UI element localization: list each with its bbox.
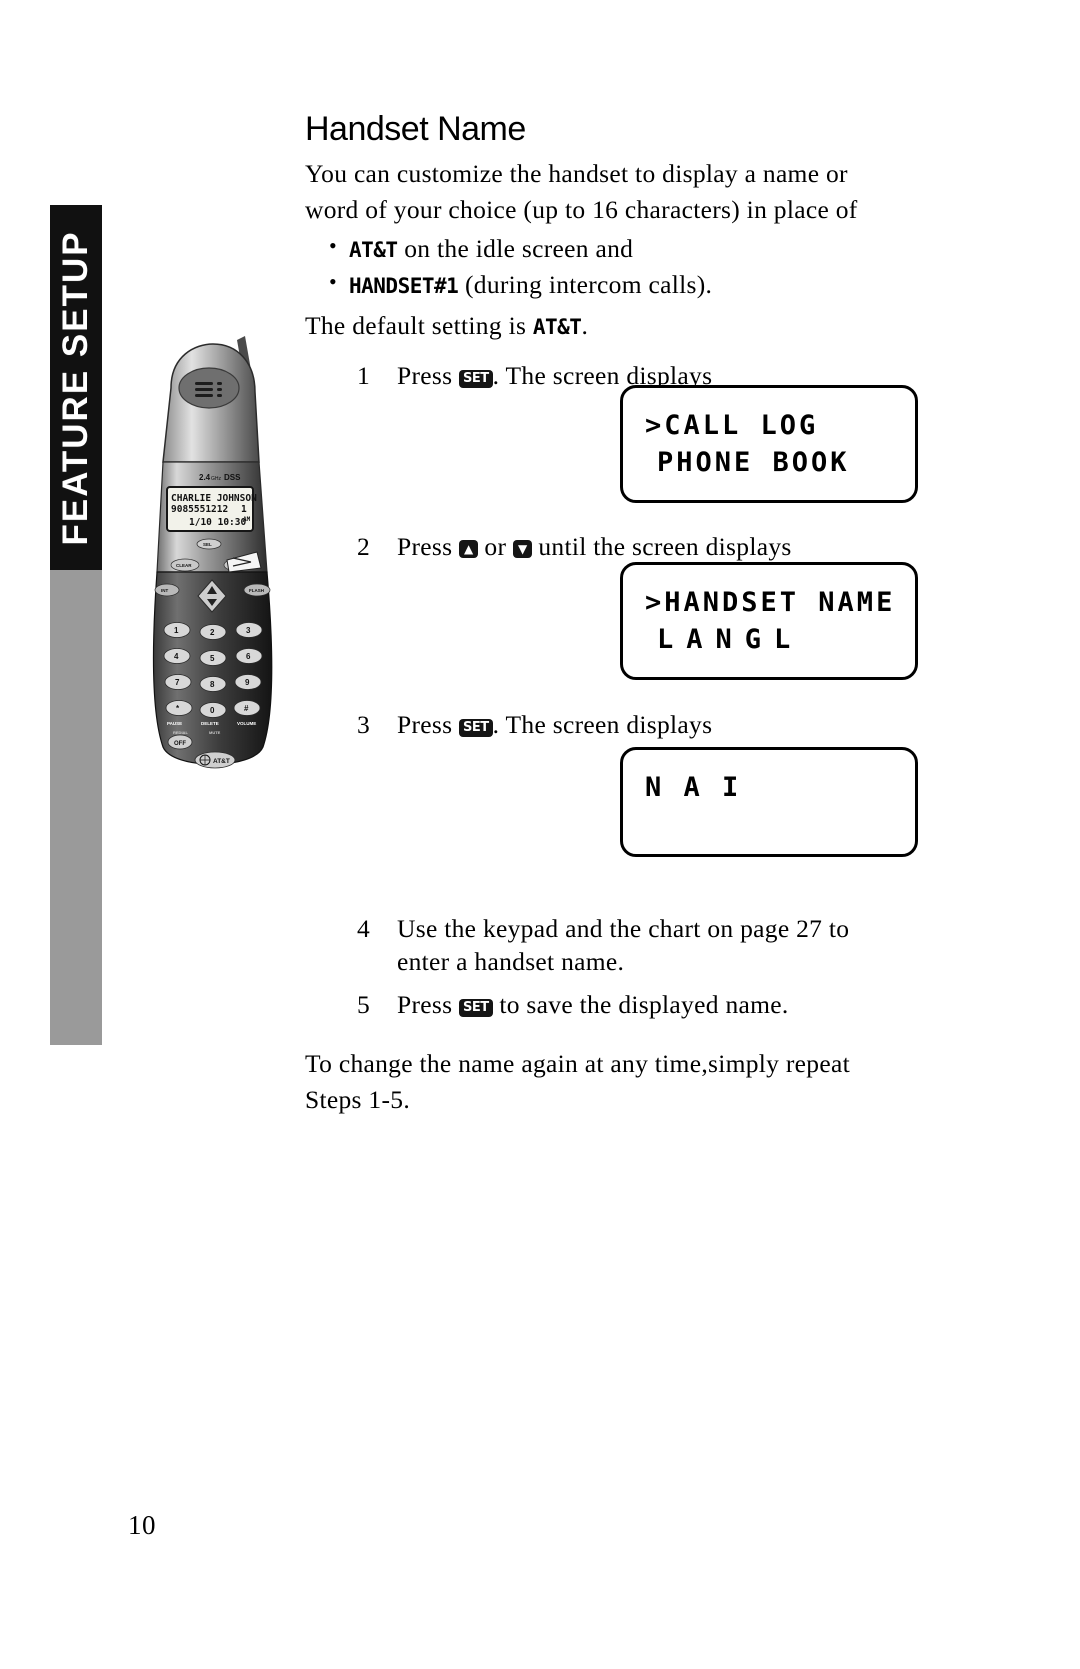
svg-text:DSS: DSS <box>224 473 241 482</box>
step-5: 5 Press SET to save the displayed name. <box>305 988 925 1021</box>
svg-text:AM: AM <box>243 516 251 523</box>
screen-1-line-2: PHONE BOOK <box>657 447 850 478</box>
svg-text:GHz: GHz <box>211 476 222 482</box>
bullet-1-text: on the idle screen and <box>397 233 634 263</box>
screen-2-line-2: LANGL <box>657 624 804 655</box>
svg-text:SEL: SEL <box>203 542 212 547</box>
page-number: 10 <box>128 1510 156 1540</box>
svg-text:7: 7 <box>175 678 180 687</box>
step-1-number: 1 <box>357 361 371 391</box>
step-3-text-before: Press <box>397 710 460 740</box>
screen-display-3: N A I <box>620 747 918 857</box>
svg-text:OFF: OFF <box>174 741 186 747</box>
placeholder-list: AT&T on the idle screen and HANDSET#1 (d… <box>305 230 925 303</box>
sel-key-icon: SET <box>459 998 493 1017</box>
step-3-number: 3 <box>357 710 371 740</box>
svg-text:CLEAR: CLEAR <box>176 563 192 568</box>
sel-key-icon: SET <box>459 719 493 738</box>
intro-line-2: word of your choice (up to 16 characters… <box>305 194 858 224</box>
svg-text:MUTE: MUTE <box>209 730 221 735</box>
svg-text:PAUSE: PAUSE <box>167 721 182 726</box>
up-arrow-key-icon: ▲ <box>459 540 478 559</box>
bullet-2-text: (during intercom calls). <box>458 270 713 300</box>
default-setting-line: The default setting is AT&T. <box>305 309 925 343</box>
bullet-1-code: AT&T <box>349 237 398 262</box>
svg-text:FLASH: FLASH <box>249 588 264 593</box>
svg-text:4: 4 <box>174 652 179 661</box>
section-tab: FEATURE SETUP <box>50 205 102 1045</box>
down-arrow-key-icon: ▼ <box>512 540 532 559</box>
svg-text:DELETE: DELETE <box>201 721 219 726</box>
svg-text:8: 8 <box>210 680 215 689</box>
default-setting-suffix: . <box>581 311 589 341</box>
svg-text:REDIAL: REDIAL <box>173 730 188 735</box>
svg-text:9: 9 <box>245 678 250 687</box>
step-3: 3 Press SET. The screen displays <box>305 708 925 741</box>
screen-3-line-1: N A I <box>645 772 742 803</box>
sel-key-icon: SET <box>459 370 493 389</box>
svg-text:INT: INT <box>161 588 169 593</box>
handset-illustration: 2.4 GHz DSS CHARLIE JOHNSON 9085551212 1… <box>133 322 293 782</box>
closing-line-1: To change the name again at any time,sim… <box>305 1048 850 1078</box>
bullet-2-code: HANDSET#1 <box>349 274 459 299</box>
svg-text:CHARLIE JOHNSON: CHARLIE JOHNSON <box>171 493 257 504</box>
svg-text:9085551212: 9085551212 <box>171 504 228 515</box>
svg-text:2: 2 <box>210 628 215 637</box>
step-5-text-after: to save the displayed name. <box>492 989 789 1019</box>
step-2: 2 Press ▲ or ▼ until the screen displays <box>305 530 925 563</box>
section-tab-label: FEATURE SETUP <box>56 229 95 546</box>
step-3-text-after: . The screen displays <box>492 710 713 740</box>
step-2-number: 2 <box>357 532 371 562</box>
svg-text:1: 1 <box>174 626 179 635</box>
svg-text:VOLUME: VOLUME <box>237 721 256 726</box>
screen-display-1: >CALL LOG PHONE BOOK <box>620 385 918 503</box>
step-2-text-before: Press <box>397 532 460 562</box>
step-4-text-line2: enter a handset name. <box>397 946 625 976</box>
svg-text:0: 0 <box>210 706 215 715</box>
screen-2-line-1: >HANDSET NAME <box>645 587 896 618</box>
svg-text:3: 3 <box>246 626 251 635</box>
list-item: AT&T on the idle screen and <box>305 230 925 267</box>
svg-text:1/10 10:30: 1/10 10:30 <box>189 517 246 528</box>
svg-text:2.4: 2.4 <box>199 473 211 482</box>
intro-line-1: You can customize the handset to display… <box>305 159 848 188</box>
list-item: HANDSET#1 (during intercom calls). <box>305 266 925 303</box>
section-tab-block: FEATURE SETUP <box>50 205 102 570</box>
svg-text:6: 6 <box>246 652 251 661</box>
default-setting-prefix: The default setting is <box>305 311 533 341</box>
step-2-text-after: until the screen displays <box>531 532 792 562</box>
svg-text:#: # <box>244 704 249 713</box>
step-5-text-before: Press <box>397 989 460 1019</box>
svg-text:1: 1 <box>241 504 247 515</box>
step-2-text-mid: or <box>477 532 513 562</box>
page-title: Handset Name <box>305 110 526 148</box>
svg-text:AT&T: AT&T <box>213 758 230 765</box>
step-4-number: 4 <box>357 913 371 943</box>
step-4-text-line1: Use the keypad and the chart on page 27 … <box>397 913 850 943</box>
step-1-text-before: Press <box>397 361 460 391</box>
svg-text:5: 5 <box>210 654 215 663</box>
closing-line-2: Steps 1-5. <box>305 1084 410 1114</box>
step-4: 4 Use the keypad and the chart on page 2… <box>305 912 925 978</box>
screen-display-2: >HANDSET NAME LANGL <box>620 562 918 680</box>
step-5-number: 5 <box>357 989 371 1019</box>
default-setting-code: AT&T <box>532 315 582 340</box>
screen-1-line-1: >CALL LOG <box>645 410 819 441</box>
